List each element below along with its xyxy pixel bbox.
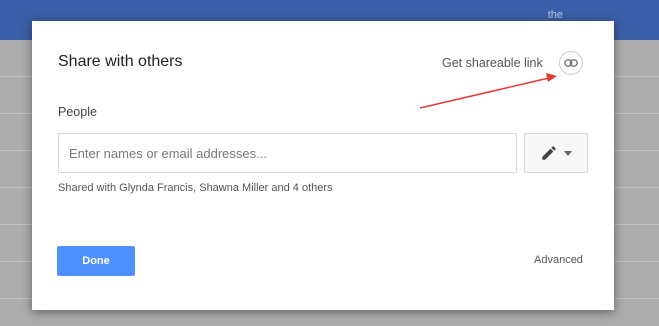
advanced-link[interactable]: Advanced (534, 254, 583, 266)
permission-dropdown-button[interactable] (524, 133, 588, 173)
people-label: People (58, 105, 97, 119)
link-icon (564, 59, 578, 67)
pencil-icon (542, 146, 556, 160)
caret-down-icon (564, 150, 572, 156)
get-shareable-link-button[interactable] (559, 51, 583, 75)
share-dialog: Share with others Get shareable link Peo… (32, 21, 614, 310)
dialog-title: Share with others (58, 53, 183, 70)
get-shareable-link[interactable]: Get shareable link (442, 56, 543, 70)
shared-with-text: Shared with Glynda Francis, Shawna Mille… (58, 182, 333, 194)
header-label: the (547, 9, 563, 21)
done-button[interactable]: Done (57, 246, 135, 276)
people-input[interactable] (58, 133, 517, 173)
